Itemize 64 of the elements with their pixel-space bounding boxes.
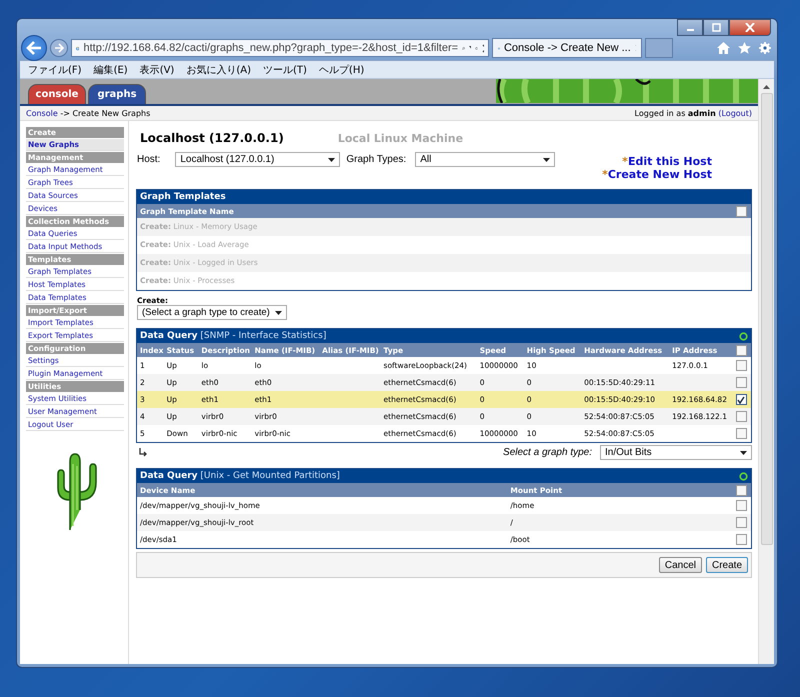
url-text: http://192.168.64.82/cacti/graphs_new.php?graph_type=-2&host_id=1&filter= (83, 42, 458, 54)
reload-ring-icon[interactable] (739, 332, 748, 341)
graph-types-dropdown[interactable]: All (415, 152, 556, 167)
scroll-up-icon[interactable] (763, 85, 770, 89)
section-title: Data Query [SNMP - Interface Statistics] (137, 329, 751, 343)
caret-icon (543, 158, 550, 162)
host-action-link[interactable]: *Edit this Host (622, 155, 712, 168)
graph-types-label: Graph Types: (345, 154, 408, 165)
browser-tab[interactable]: Console -> Create New ... (492, 38, 642, 58)
row-checkbox[interactable] (736, 500, 747, 511)
caret-icon[interactable] (469, 46, 471, 50)
minimize-button[interactable] (677, 19, 703, 36)
nav-tab[interactable]: graphs (88, 84, 146, 104)
row-checkbox[interactable] (736, 517, 747, 528)
scrollbar[interactable] (758, 79, 774, 664)
corner-arrow-icon (139, 448, 148, 457)
caret-icon (275, 310, 282, 314)
caret-icon (740, 450, 747, 454)
section-title: Data Query [Unix - Get Mounted Partitions] (137, 469, 751, 483)
login-status: Logged in as admin (634, 108, 716, 118)
arrow-left-icon (26, 41, 42, 55)
menu-item[interactable]: お気に入り(A) (186, 62, 251, 76)
star-icon[interactable] (738, 42, 751, 54)
form-button[interactable]: Cancel (658, 557, 702, 573)
nav-tab[interactable]: console (28, 84, 86, 104)
scrollbar-thumb[interactable] (760, 93, 772, 545)
menu-item[interactable]: 編集(E) (94, 62, 128, 76)
breadcrumb-link[interactable]: Console (26, 108, 58, 118)
host-description: Local Linux Machine (338, 132, 464, 145)
row-checkbox[interactable] (736, 428, 747, 439)
reload-ring-icon[interactable] (739, 472, 748, 481)
menu-item[interactable]: 表示(V) (140, 62, 174, 76)
menu-item[interactable]: ツール(T) (263, 62, 307, 76)
menu-item[interactable]: ファイル(F) (28, 62, 82, 76)
address-bar[interactable]: http://192.168.64.82/cacti/graphs_new.php?graph_type=-2&host_id=1&filter= (71, 39, 489, 57)
graph-type-label: Select a graph type: (503, 447, 592, 458)
back-button[interactable] (21, 35, 47, 61)
breadcrumb-text: -> Create New Graphs (60, 108, 150, 118)
close-button[interactable] (729, 19, 771, 36)
host-label: Host: (136, 154, 162, 165)
graph-type-dropdown[interactable]: (Select a graph type to create) (137, 305, 287, 320)
section-title: Graph Templates (137, 190, 751, 204)
settings-icon[interactable] (759, 42, 771, 54)
arrow-right-icon (54, 43, 64, 53)
maximize-icon (712, 23, 720, 32)
row-checkbox[interactable] (736, 534, 747, 545)
select-all-checkbox[interactable] (736, 344, 747, 356)
menu-item[interactable]: ヘルプ(H) (318, 62, 364, 76)
caret-icon (328, 158, 336, 162)
host-action-link[interactable]: *Create New Host (602, 168, 712, 181)
form-button[interactable]: Create (706, 557, 748, 573)
row-checkbox[interactable] (736, 411, 747, 422)
row-checkbox[interactable] (736, 377, 747, 388)
home-icon[interactable] (717, 42, 730, 54)
maximize-button[interactable] (703, 19, 729, 36)
select-all-checkbox[interactable] (736, 206, 747, 216)
select-all-checkbox[interactable] (736, 484, 747, 496)
graph-type-dropdown[interactable]: In/Out Bits (600, 445, 752, 460)
host-title: Localhost (127.0.0.1) (140, 131, 284, 145)
host-dropdown[interactable]: Localhost (127.0.0.1) (175, 152, 340, 167)
row-checkbox[interactable] (736, 394, 747, 405)
logout-link[interactable]: (Logout) (718, 108, 752, 118)
row-checkbox[interactable] (736, 360, 747, 371)
forward-button[interactable] (50, 39, 68, 57)
